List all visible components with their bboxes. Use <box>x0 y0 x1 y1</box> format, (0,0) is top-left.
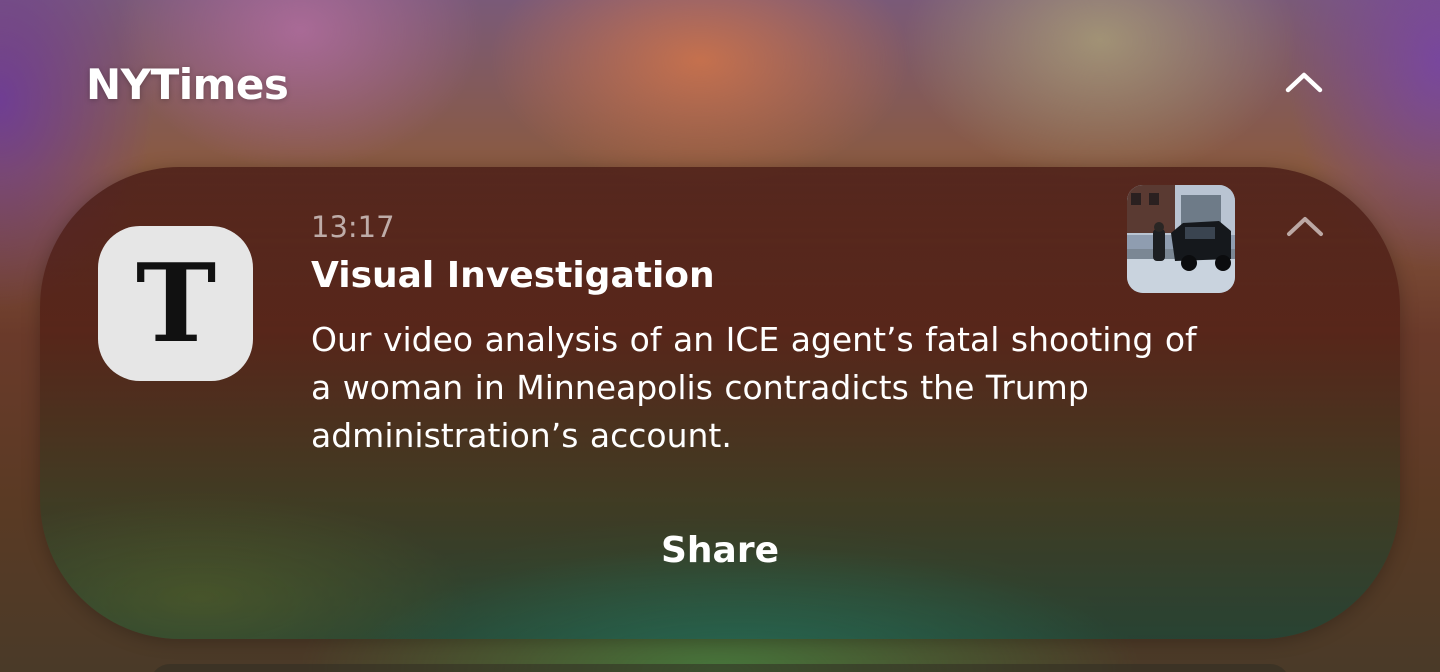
nyt-logo-glyph: T <box>135 249 215 359</box>
share-button[interactable]: Share <box>620 522 820 578</box>
collapse-group-button[interactable] <box>1274 60 1334 104</box>
chevron-up-icon <box>1287 217 1323 236</box>
next-notification-card[interactable] <box>150 664 1290 672</box>
news-photo-thumbnail <box>1127 185 1235 293</box>
notification-body: Our video analysis of an ICE agent’s fat… <box>311 320 1197 455</box>
nyt-logo-icon: T <box>98 226 253 381</box>
notification-title: Visual Investigation <box>311 255 715 296</box>
chevron-up-icon <box>1285 72 1323 93</box>
notification-time: 13:17 <box>311 210 395 244</box>
group-header-title: NYTimes <box>86 60 289 109</box>
expand-notification-button[interactable] <box>1280 206 1330 246</box>
